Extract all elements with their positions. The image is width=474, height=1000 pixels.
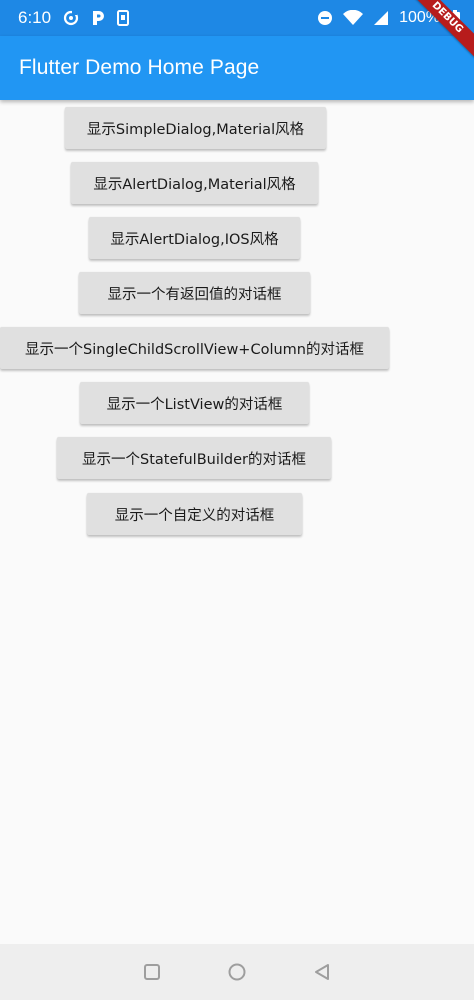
simple-dialog-material-button[interactable]: 显示SimpleDialog,Material风格 (65, 107, 326, 149)
sync-icon (63, 10, 79, 26)
app-bar: Flutter Demo Home Page (0, 36, 474, 100)
screen: 6:10 100% Flutter Demo Home Page DEBUG 显… (0, 0, 474, 1000)
statefulbuilder-dialog-button[interactable]: 显示一个StatefulBuilder的对话框 (57, 437, 331, 479)
home-icon[interactable] (217, 952, 257, 992)
recents-icon[interactable] (132, 952, 172, 992)
wifi-icon (343, 10, 364, 26)
signal-icon (373, 10, 389, 26)
scrollview-column-dialog-button[interactable]: 显示一个SingleChildScrollView+Column的对话框 (0, 327, 389, 369)
page-title: Flutter Demo Home Page (19, 56, 260, 79)
phone-icon (117, 10, 130, 26)
status-time: 6:10 (18, 8, 52, 27)
custom-dialog-button[interactable]: 显示一个自定义的对话框 (87, 493, 302, 535)
return-value-dialog-button[interactable]: 显示一个有返回值的对话框 (79, 272, 310, 314)
do-not-disturb-icon (317, 10, 333, 26)
p-app-icon (91, 10, 105, 26)
alert-dialog-material-button[interactable]: 显示AlertDialog,Material风格 (71, 162, 318, 204)
listview-dialog-button[interactable]: 显示一个ListView的对话框 (80, 382, 309, 424)
status-left: 6:10 (18, 8, 130, 28)
status-bar: 6:10 100% (0, 0, 474, 36)
back-icon[interactable] (302, 952, 342, 992)
alert-dialog-ios-button[interactable]: 显示AlertDialog,IOS风格 (89, 217, 300, 259)
navigation-bar (0, 944, 474, 1000)
